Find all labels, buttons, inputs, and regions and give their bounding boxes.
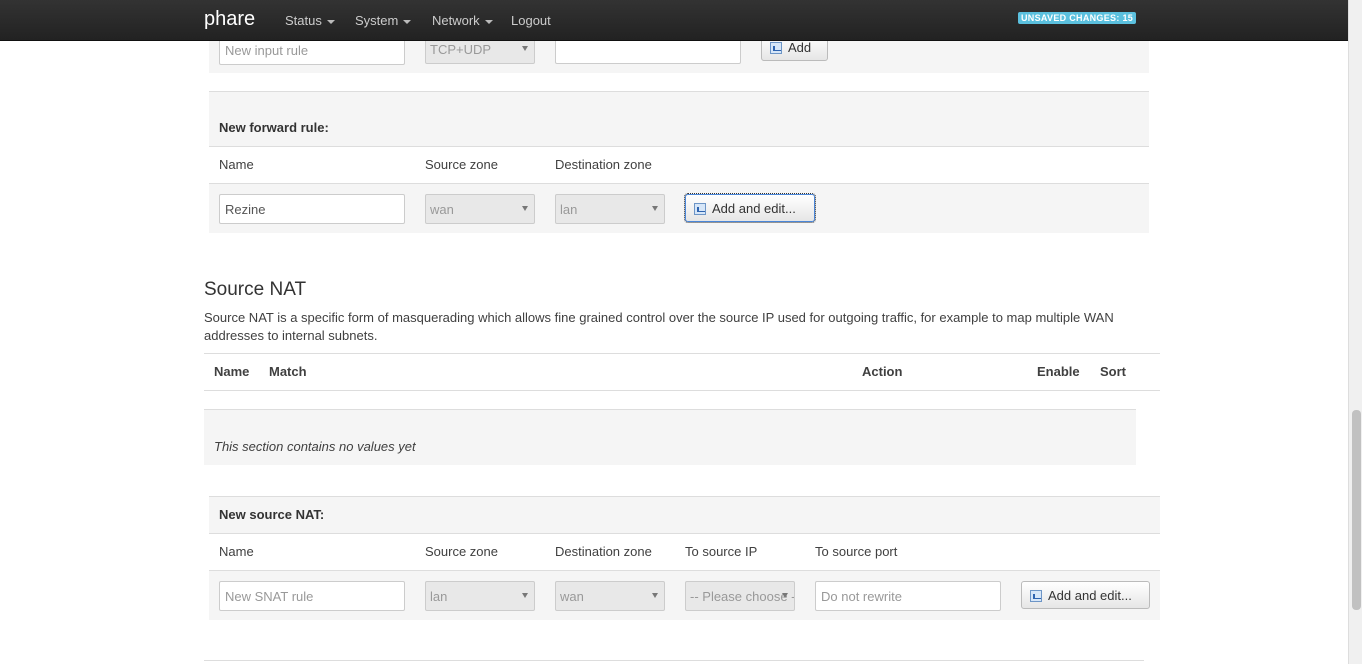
menu-system[interactable]: System: [355, 13, 412, 28]
new-snat-title: New source NAT:: [219, 507, 325, 522]
menu-network-label: Network: [432, 13, 480, 28]
new-snat-header: [209, 497, 1160, 533]
forward-source-zone-value: wan: [430, 202, 454, 217]
menu-network[interactable]: Network: [432, 13, 493, 28]
chevron-down-icon: [484, 19, 493, 24]
snat-empty-text: This section contains no values yet: [214, 439, 416, 454]
add-edit-icon: [1030, 590, 1042, 602]
add-icon: [770, 42, 782, 54]
source-nat-description: Source NAT is a specific form of masquer…: [204, 310, 1114, 343]
divider: [209, 146, 1149, 147]
new-snat-col-destination-zone: Destination zone: [555, 544, 652, 559]
select-arrow-icon: [782, 593, 788, 598]
divider: [204, 390, 1160, 391]
menu-status-label: Status: [285, 13, 322, 28]
col-source-zone: Source zone: [425, 157, 498, 172]
input-rule-add-label: Add: [788, 40, 812, 55]
snat-to-source-ip-select[interactable]: -- Please choose --: [685, 581, 795, 611]
new-snat-col-to-source-ip: To source IP: [685, 544, 758, 559]
forward-dest-zone-value: lan: [560, 202, 578, 217]
source-nat-heading: Source NAT: [204, 279, 307, 300]
menu-system-label: System: [355, 13, 399, 28]
forward-source-zone-select[interactable]: wan: [425, 194, 535, 224]
select-arrow-icon: [522, 593, 528, 598]
select-arrow-icon: [522, 206, 528, 211]
snat-col-name: Name: [214, 364, 250, 379]
snat-source-zone-select[interactable]: lan: [425, 581, 535, 611]
snat-to-source-port-field[interactable]: Do not rewrite: [815, 581, 1001, 611]
menu-status[interactable]: Status: [285, 13, 335, 28]
forward-rule-title: New forward rule:: [219, 120, 329, 135]
forward-add-edit-label: Add and edit...: [712, 201, 796, 216]
chevron-down-icon: [403, 19, 412, 24]
divider: [204, 353, 1160, 354]
snat-name-field[interactable]: New SNAT rule: [219, 581, 405, 611]
select-arrow-icon: [652, 206, 658, 211]
select-arrow-icon: [522, 46, 528, 51]
unsaved-changes-badge[interactable]: UNSAVED CHANGES: 15: [1018, 12, 1137, 24]
select-arrow-icon: [652, 593, 658, 598]
snat-empty-row: [204, 409, 1136, 465]
forward-dest-zone-select[interactable]: lan: [555, 194, 665, 224]
snat-col-action: Action: [862, 364, 903, 379]
forward-rule-header: [209, 92, 1149, 146]
divider: [204, 660, 1144, 661]
snat-col-match: Match: [269, 364, 307, 379]
new-snat-col-name: Name: [219, 544, 254, 559]
page-scrollbar[interactable]: [1348, 0, 1362, 664]
input-rule-protocol-value: TCP+UDP: [430, 42, 492, 57]
snat-to-source-ip-value: -- Please choose --: [690, 589, 795, 604]
snat-col-enable: Enable: [1037, 364, 1080, 379]
forward-rule-name-field[interactable]: Rezine: [219, 194, 405, 224]
scrollbar-thumb[interactable]: [1352, 410, 1361, 610]
col-destination-zone: Destination zone: [555, 157, 652, 172]
snat-add-edit-button[interactable]: Add and edit...: [1021, 581, 1150, 609]
new-snat-col-to-source-port: To source port: [815, 544, 898, 559]
col-name: Name: [219, 157, 254, 172]
chevron-down-icon: [326, 19, 335, 24]
add-edit-icon: [694, 203, 706, 215]
forward-add-edit-button[interactable]: Add and edit...: [684, 193, 816, 223]
snat-col-sort: Sort: [1100, 364, 1126, 379]
divider: [209, 533, 1160, 534]
new-snat-col-source-zone: Source zone: [425, 544, 498, 559]
top-navbar: phare Status System Network Logout UNSAV…: [0, 0, 1348, 41]
snat-add-edit-label: Add and edit...: [1048, 588, 1132, 603]
snat-dest-zone-value: wan: [560, 589, 584, 604]
menu-logout[interactable]: Logout: [511, 13, 551, 28]
snat-dest-zone-select[interactable]: wan: [555, 581, 665, 611]
snat-source-zone-value: lan: [430, 589, 448, 604]
brand-logo[interactable]: phare: [204, 8, 255, 31]
